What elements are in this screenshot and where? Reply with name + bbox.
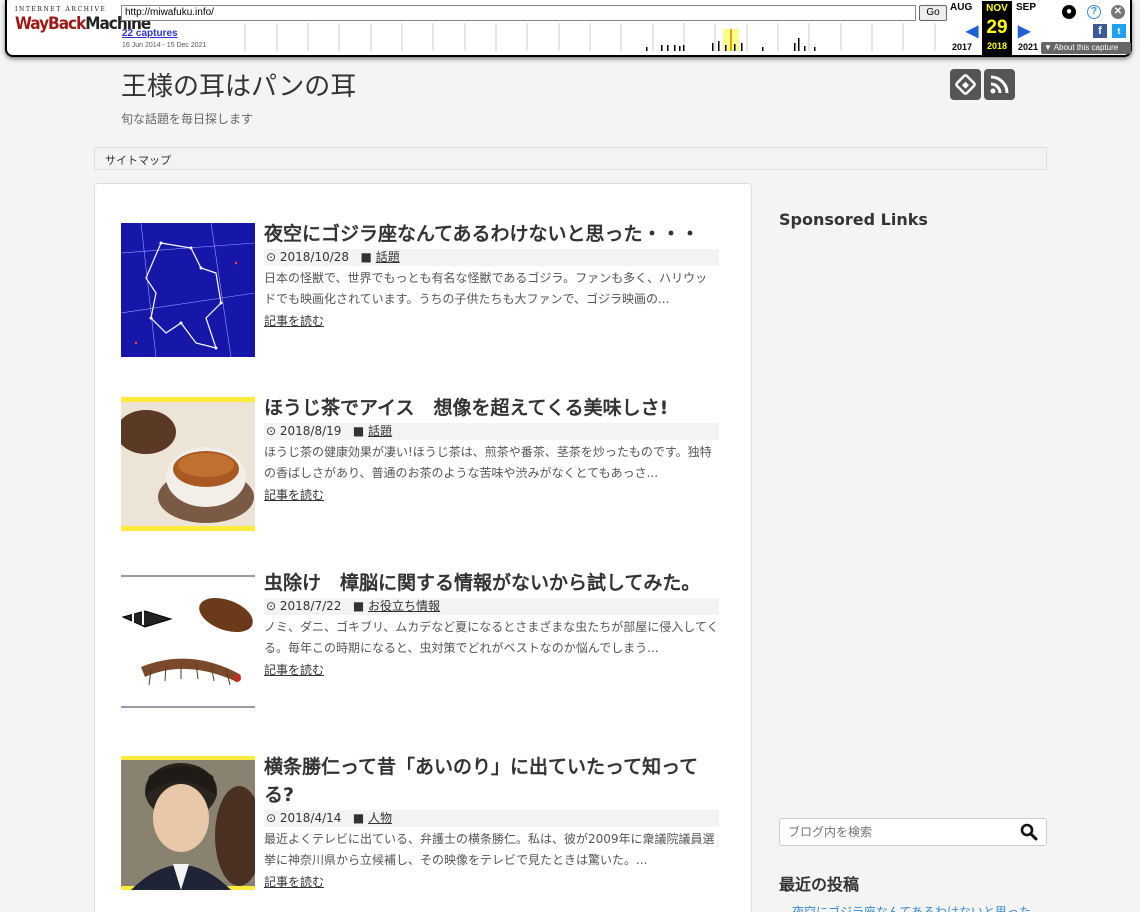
recent-posts-heading: 最近の投稿 <box>779 875 860 894</box>
post-category-link[interactable]: 話題 <box>368 424 392 438</box>
site-description: 旬な話題を毎日探します <box>121 112 254 126</box>
post-category-link[interactable]: 話題 <box>376 250 400 264</box>
wayback-logo[interactable]: INTERNET ARCHIVE WayBackMachine <box>15 6 151 34</box>
post-body: 夜空にゴジラ座なんてあるわけないと思った・・・ ⊙ 2018/10/28 ■ 話… <box>264 220 719 329</box>
post-body: 虫除け 樟脳に関する情報がないから試してみた。 ⊙ 2018/7/22 ■ お役… <box>264 569 719 678</box>
nav-item-sitemap[interactable]: サイトマップ <box>105 152 171 168</box>
post-excerpt: 最近よくテレビに出ている、弁護士の横条勝仁。私は、彼が2009年に衆議院議員選挙… <box>264 832 715 867</box>
post-thumbnail-hojicha[interactable] <box>121 397 255 531</box>
read-more-link[interactable]: 記事を読む <box>264 661 324 678</box>
wayback-captures-link[interactable]: 22 captures <box>122 28 178 39</box>
post-thumbnail-godzilla-constellation[interactable] <box>121 223 255 357</box>
search-box <box>779 818 1047 846</box>
post-title[interactable]: ほうじ茶でアイス 想像を超えてくる美味しさ! <box>264 394 719 422</box>
read-more-link[interactable]: 記事を読む <box>264 312 324 329</box>
post-body: ほうじ茶でアイス 想像を超えてくる美味しさ! ⊙ 2018/8/19 ■ 話題 … <box>264 394 719 503</box>
sponsored-links-heading: Sponsored Links <box>779 210 928 229</box>
wayback-next-year[interactable]: 2021 <box>1018 42 1038 52</box>
wayback-go-button[interactable]: Go <box>919 5 947 21</box>
wayback-logo-a: WayBack <box>15 14 86 34</box>
help-icon[interactable]: ? <box>1087 5 1101 19</box>
rss-icon[interactable] <box>984 69 1015 100</box>
post-title[interactable]: 夜空にゴジラ座なんてあるわけないと思った・・・ <box>264 220 719 248</box>
read-more-link[interactable]: 記事を読む <box>264 873 324 890</box>
post-category-link[interactable]: お役立ち情報 <box>368 599 440 613</box>
site-title[interactable]: 王様の耳はパンの耳 <box>121 66 356 103</box>
post-thumbnail-insects[interactable] <box>121 575 255 709</box>
wayback-toolbar: INTERNET ARCHIVE WayBackMachine http://m… <box>5 0 1132 57</box>
post-excerpt: 日本の怪獣で、世界でもっとも有名な怪獣であるゴジラ。ファンも多く、ハリウッドでも… <box>264 271 708 306</box>
wayback-next-month[interactable]: SEP <box>1016 2 1036 13</box>
main-content: 夜空にゴジラ座なんてあるわけないと思った・・・ ⊙ 2018/10/28 ■ 話… <box>94 183 752 912</box>
facebook-icon[interactable]: f <box>1093 24 1107 38</box>
folder-icon: ■ <box>360 250 372 264</box>
wayback-url-input[interactable]: http://miwafuku.info/ <box>121 5 916 21</box>
clock-icon: ⊙ <box>266 811 277 825</box>
post-date: 2018/8/19 <box>279 424 342 438</box>
wayback-prev-arrow-icon[interactable]: ◀ <box>966 21 978 41</box>
post-title[interactable]: 虫除け 樟脳に関する情報がないから試してみた。 <box>264 569 719 597</box>
post-date: 2018/10/28 <box>279 250 350 264</box>
close-icon[interactable]: ✕ <box>1111 5 1125 19</box>
wayback-current-month: NOV <box>986 3 1008 14</box>
wayback-prev-year[interactable]: 2017 <box>952 42 972 52</box>
search-input[interactable] <box>788 824 1008 840</box>
wayback-logo-text: WayBackMachine <box>15 14 151 34</box>
nav-bar: サイトマップ <box>94 147 1047 170</box>
post-meta: ⊙ 2018/7/22 ■ お役立ち情報 <box>264 598 719 615</box>
post-body: 横条勝仁って昔「あいのり」に出ていたって知ってる? ⊙ 2018/4/14 ■ … <box>264 753 719 890</box>
post-meta: ⊙ 2018/4/14 ■ 人物 <box>264 810 719 827</box>
post-excerpt: ノミ、ダニ、ゴキブリ、ムカデなど夏になるとさまざまな虫たちが部屋に侵入してくる。… <box>264 620 719 655</box>
post-thumbnail-portrait[interactable] <box>121 756 255 890</box>
folder-icon: ■ <box>352 811 365 825</box>
twitter-icon[interactable]: t <box>1112 24 1126 38</box>
feedly-icon[interactable] <box>950 69 981 100</box>
post-category-link[interactable]: 人物 <box>368 811 392 825</box>
post-excerpt: ほうじ茶の健康効果が凄い!ほうじ茶は、煎茶や番茶、茎茶を炒ったものです。独特の香… <box>264 445 712 480</box>
wayback-current-day: 29 <box>986 17 1008 38</box>
clock-icon: ⊙ <box>266 599 277 613</box>
wayback-prev-month[interactable]: AUG <box>950 2 972 13</box>
wayback-current-date: NOV 29 2018 <box>982 1 1012 55</box>
clock-icon: ⊙ <box>266 250 277 264</box>
wayback-logo-top: INTERNET ARCHIVE <box>15 6 107 13</box>
wayback-date-range: 16 Jun 2014 - 15 Dec 2021 <box>122 42 207 49</box>
post-date: 2018/4/14 <box>279 811 342 825</box>
clock-icon: ⊙ <box>266 424 277 438</box>
wayback-sparkline[interactable] <box>229 23 947 51</box>
user-account-icon[interactable]: ● <box>1062 5 1076 19</box>
search-icon[interactable] <box>1020 823 1038 841</box>
wayback-next-arrow-icon[interactable]: ▶ <box>1018 21 1030 41</box>
post-meta: ⊙ 2018/10/28 ■ 話題 <box>264 249 719 266</box>
post-title[interactable]: 横条勝仁って昔「あいのり」に出ていたって知ってる? <box>264 753 719 809</box>
recent-post-link[interactable]: 夜空にゴジラ座なんてあるわけないと思った <box>792 903 1031 912</box>
post-meta: ⊙ 2018/8/19 ■ 話題 <box>264 423 719 440</box>
wayback-current-year: 2018 <box>986 41 1008 51</box>
post-date: 2018/7/22 <box>279 599 342 613</box>
folder-icon: ■ <box>352 424 365 438</box>
read-more-link[interactable]: 記事を読む <box>264 486 324 503</box>
about-capture-button[interactable]: ▼ About this capture <box>1041 42 1131 54</box>
folder-icon: ■ <box>352 599 365 613</box>
